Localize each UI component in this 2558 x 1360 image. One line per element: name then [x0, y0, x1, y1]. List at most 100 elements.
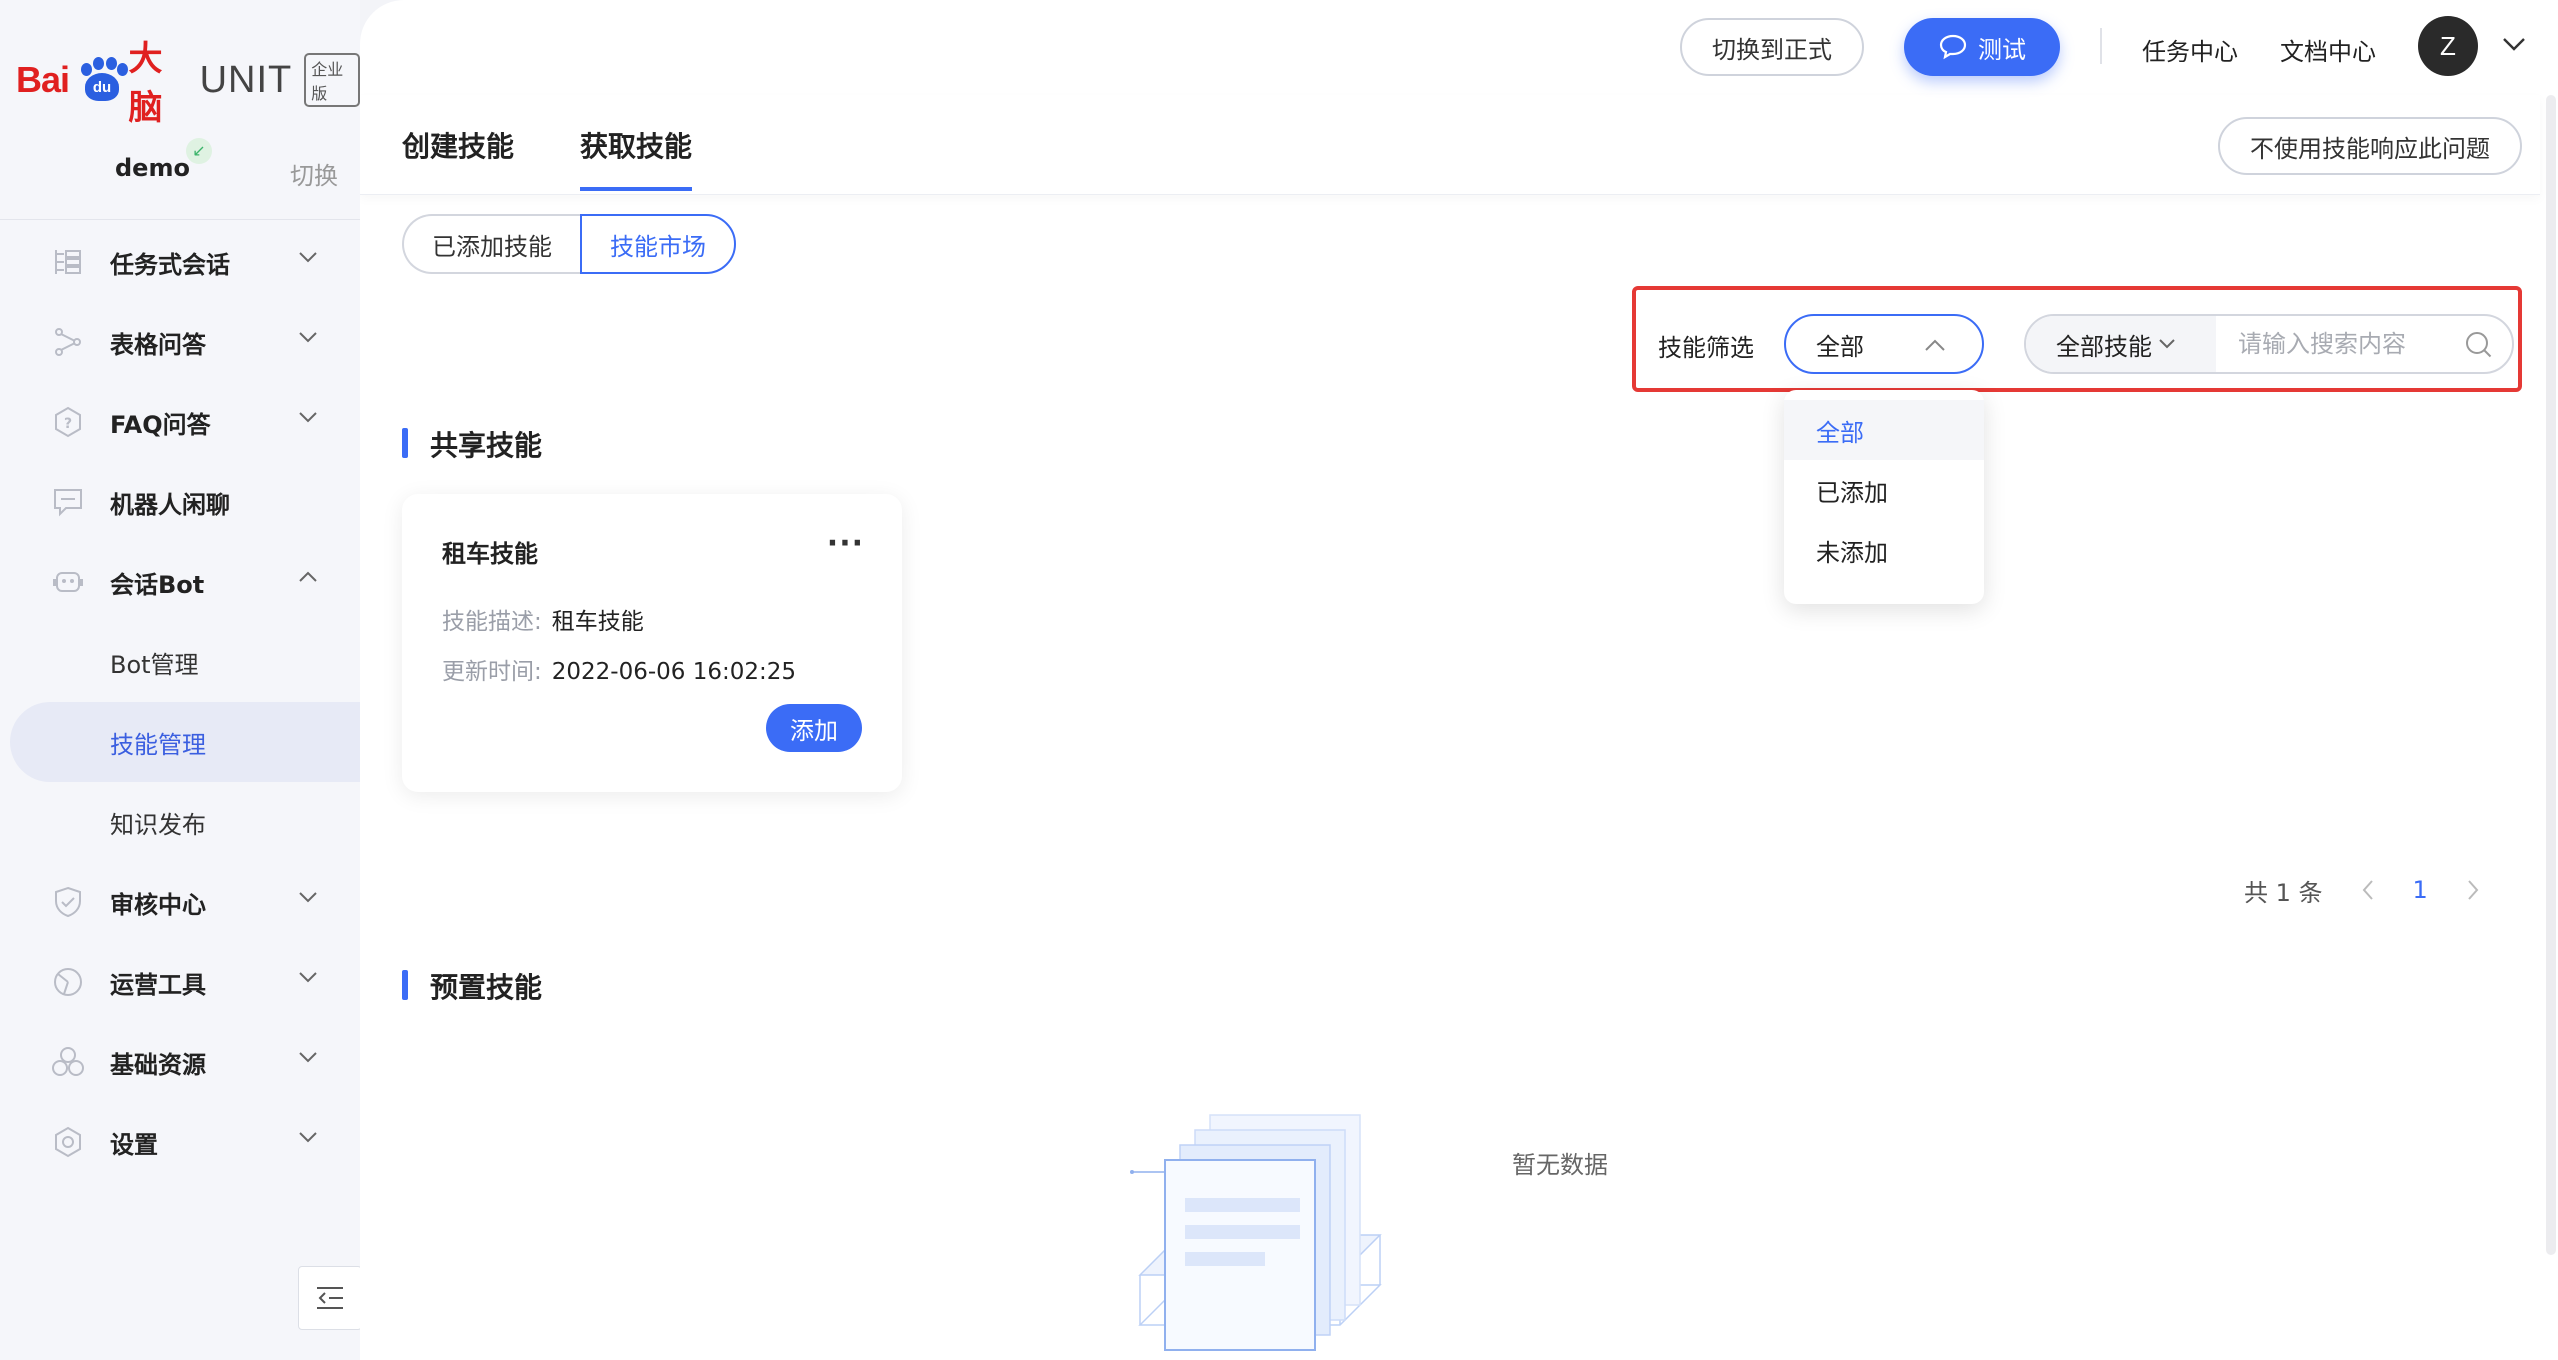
skill-filter-select[interactable]: 全部: [1784, 314, 1984, 374]
search-icon[interactable]: [2464, 330, 2494, 360]
sidebar-item-faq[interactable]: ? FAQ问答: [0, 382, 360, 462]
sidebar-item-review-center[interactable]: 审核中心: [0, 862, 360, 942]
app-logo[interactable]: Bai du 大脑 UNIT 企业版: [16, 39, 360, 128]
test-button-label: 测试: [1978, 35, 2026, 64]
sidebar-item-task-dialog[interactable]: 任务式会话: [0, 222, 360, 302]
skill-update-time: 2022-06-06 16:02:25: [551, 659, 797, 685]
empty-data-text: 暂无数据: [1512, 1151, 1608, 1179]
doc-center-link[interactable]: 文档中心: [2280, 32, 2376, 67]
user-avatar[interactable]: Z: [2418, 16, 2478, 76]
switch-to-formal-button[interactable]: 切换到正式: [1680, 18, 1864, 76]
table-qa-icon: [50, 324, 86, 360]
baidu-paw-icon: du: [77, 57, 129, 103]
pagination-current-page[interactable]: 1: [2413, 876, 2428, 904]
dropdown-option-added[interactable]: 已添加: [1784, 460, 1984, 520]
task-center-link[interactable]: 任务中心: [2142, 32, 2238, 67]
preset-skills-title: 预置技能: [402, 966, 542, 1006]
skill-search-group: 全部技能: [2024, 314, 2514, 374]
segment-skill-market[interactable]: 技能市场: [580, 214, 736, 274]
skill-card[interactable]: 租车技能 ··· 技能描述: 租车技能 更新时间: 2022-06-06 16:02…: [402, 494, 902, 792]
chat-icon: [50, 484, 86, 520]
workspace-status-icon: ↙: [186, 138, 212, 164]
sidebar-item-robot-chat[interactable]: 机器人闲聊: [0, 462, 360, 542]
chevron-up-icon: [299, 571, 317, 582]
no-skill-response-button[interactable]: 不使用技能响应此问题: [2218, 117, 2522, 175]
segment-added-skills[interactable]: 已添加技能: [402, 214, 580, 274]
workspace-name: demo: [115, 154, 190, 182]
sidebar-item-table-qa[interactable]: 表格问答: [0, 302, 360, 382]
sidebar-item-label: 任务式会话: [110, 250, 230, 279]
search-type-select[interactable]: 全部技能: [2026, 316, 2216, 372]
main-panel: 切换到正式 测试 任务中心 文档中心 Z 创建技能 获取技能 不使用技能响应此问…: [360, 0, 2558, 1360]
tab-acquire-skill[interactable]: 获取技能: [580, 125, 693, 191]
filter-dropdown-menu: 全部 已添加 未添加: [1784, 390, 1984, 604]
chevron-down-icon: [299, 892, 317, 903]
chevron-down-icon: [2159, 339, 2175, 349]
shield-icon: [50, 884, 86, 920]
skill-name: 租车技能: [442, 540, 538, 568]
sidebar-item-label: 机器人闲聊: [110, 490, 230, 519]
test-button[interactable]: 测试: [1904, 18, 2060, 76]
skill-update-time-row: 更新时间: 2022-06-06 16:02:25: [442, 652, 796, 686]
task-dialog-icon: [50, 244, 86, 280]
skill-description: 租车技能: [551, 609, 644, 635]
chart-icon: [50, 964, 86, 1000]
more-options-icon[interactable]: ···: [827, 526, 864, 561]
svg-text:?: ?: [64, 416, 72, 432]
skill-update-time-label: 更新时间:: [442, 659, 542, 685]
sidebar-nav: 任务式会话 表格问答 ? FAQ问答 机器人闲聊 会话Bot Bot管理 技能管…: [0, 222, 360, 1182]
sidebar-item-settings[interactable]: 设置: [0, 1102, 360, 1182]
sidebar-item-bot[interactable]: 会话Bot: [0, 542, 360, 622]
workspace-switch-button[interactable]: 切换: [290, 156, 338, 191]
dropdown-option-all[interactable]: 全部: [1784, 400, 1984, 460]
empty-data-illustration-icon: [1130, 1114, 1382, 1351]
sidebar-item-ops-tools[interactable]: 运营工具: [0, 942, 360, 1022]
sidebar-item-label: 表格问答: [110, 330, 206, 359]
shared-skills-title: 共享技能: [402, 424, 542, 464]
logo-unit: UNIT: [199, 58, 293, 101]
skill-description-label: 技能描述:: [442, 609, 542, 635]
resource-icon: [50, 1044, 86, 1080]
sidebar-item-label: FAQ问答: [110, 410, 211, 439]
chevron-left-icon[interactable]: [2361, 879, 2375, 901]
sidebar-item-label: 运营工具: [110, 970, 206, 999]
filter-label: 技能筛选: [1658, 334, 1754, 362]
pagination-total: 共 1 条: [2244, 878, 2323, 907]
chat-bubble-icon: [1939, 34, 1967, 60]
logo-text-danao: 大脑: [128, 39, 163, 128]
sidebar-subitem-skill-management[interactable]: 技能管理: [10, 702, 360, 782]
search-input[interactable]: [2216, 316, 2456, 372]
sidebar-subitem-bot-management[interactable]: Bot管理: [0, 622, 360, 702]
sidebar-item-label: 设置: [110, 1130, 158, 1159]
pagination: 共 1 条 1: [2244, 870, 2480, 910]
workspace-switcher: demo ↙ 切换: [0, 130, 360, 220]
tab-create-skill[interactable]: 创建技能: [402, 125, 514, 187]
chevron-down-icon: [299, 1132, 317, 1143]
chevron-down-icon: [299, 1052, 317, 1063]
chevron-up-icon: [1925, 339, 1945, 351]
sidebar-subitem-knowledge-publish[interactable]: 知识发布: [0, 782, 360, 862]
sidebar: Bai du 大脑 UNIT 企业版 demo ↙ 切换 任务式会话 表格问答 …: [0, 0, 362, 1360]
skill-description-row: 技能描述: 租车技能: [442, 602, 644, 636]
edition-badge: 企业版: [304, 53, 360, 107]
chevron-down-icon: [299, 972, 317, 983]
sidebar-item-label: 会话Bot: [110, 570, 205, 599]
sidebar-item-label: 审核中心: [110, 890, 206, 919]
chevron-right-icon[interactable]: [2466, 879, 2480, 901]
filter-selected-value: 全部: [1816, 332, 1864, 361]
sidebar-item-resources[interactable]: 基础资源: [0, 1022, 360, 1102]
vertical-scrollbar[interactable]: [2546, 95, 2556, 1255]
add-skill-button[interactable]: 添加: [766, 704, 862, 752]
faq-icon: ?: [50, 404, 86, 440]
chevron-down-icon[interactable]: [2502, 36, 2526, 52]
chevron-down-icon: [299, 252, 317, 263]
chevron-down-icon: [299, 412, 317, 423]
sidebar-item-label: 基础资源: [110, 1050, 206, 1079]
gear-icon: [50, 1124, 86, 1160]
search-type-value: 全部技能: [2056, 332, 2152, 361]
dropdown-option-not-added[interactable]: 未添加: [1784, 520, 1984, 580]
sidebar-collapse-button[interactable]: [298, 1266, 362, 1330]
bot-icon: [50, 564, 86, 600]
tabs-header: 创建技能 获取技能 不使用技能响应此问题: [360, 95, 2540, 195]
top-bar: 切换到正式 测试 任务中心 文档中心: [360, 0, 2558, 95]
